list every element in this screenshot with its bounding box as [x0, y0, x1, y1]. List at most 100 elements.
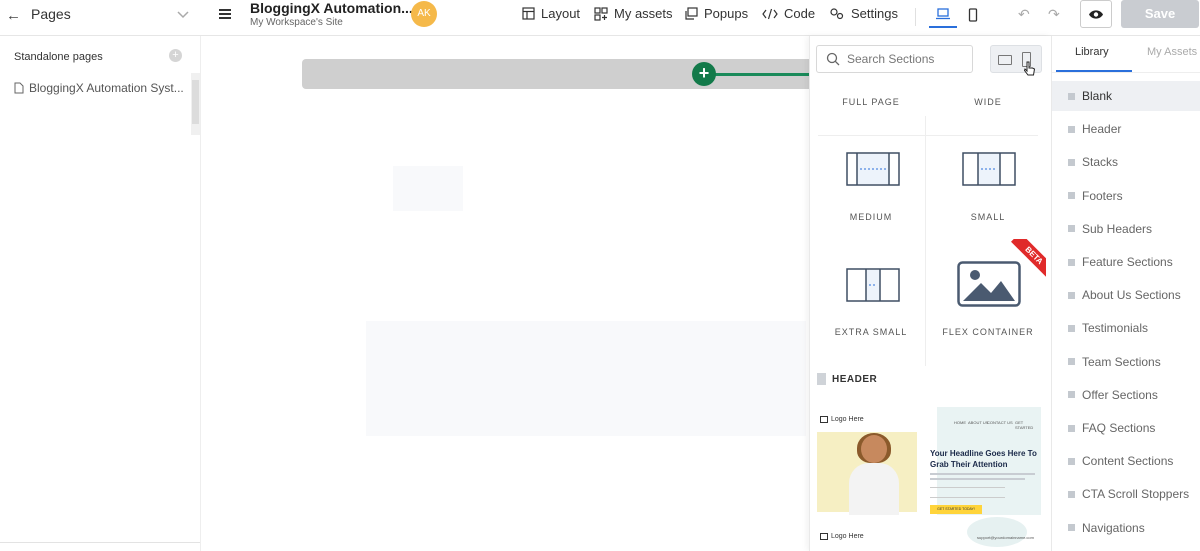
- thumbnail-nav-item: GET STARTED: [1015, 420, 1034, 430]
- library-item-label: FAQ Sections: [1082, 421, 1156, 435]
- thumbnail-nav-item: ABOUT US: [968, 420, 989, 425]
- builder-app: ← Pages BloggingX Automation... My Works…: [0, 0, 1200, 551]
- site-title[interactable]: BloggingX Automation...: [250, 0, 413, 16]
- my-assets-label: My assets: [614, 6, 673, 21]
- editor-canvas[interactable]: +: [201, 36, 822, 551]
- settings-icon: [830, 8, 844, 20]
- redo-icon[interactable]: ↷: [1048, 6, 1064, 22]
- page-list-item[interactable]: BloggingX Automation Syst...: [14, 81, 184, 95]
- library-item-label: About Us Sections: [1082, 288, 1181, 303]
- section-marker-icon: [817, 373, 826, 385]
- sidebar-scrollbar-thumb[interactable]: [192, 80, 199, 124]
- sidebar-bottom-divider: [0, 542, 200, 543]
- desktop-view-button[interactable]: [929, 2, 957, 28]
- canvas-placeholder: [393, 166, 463, 211]
- pages-sidebar: Standalone pages + BloggingX Automation …: [0, 36, 201, 551]
- hamburger-menu-icon[interactable]: [219, 7, 231, 21]
- tab-my-assets[interactable]: My Assets: [1147, 46, 1197, 58]
- library-item-about-us-sections[interactable]: About Us Sections: [1052, 280, 1200, 310]
- mobile-view-button[interactable]: [959, 2, 987, 28]
- thumbnail-footer-text: support@yourdomainname.com: [977, 535, 1034, 540]
- back-arrow-icon[interactable]: ←: [6, 8, 22, 24]
- library-item-offer-sections[interactable]: Offer Sections: [1052, 380, 1200, 410]
- add-page-button[interactable]: +: [169, 49, 182, 62]
- layout-label-flex-container[interactable]: FLEX CONTAINER: [933, 327, 1043, 337]
- settings-button[interactable]: Settings: [829, 6, 898, 21]
- thumbnail-text-line: [930, 478, 1025, 480]
- code-icon: [762, 8, 778, 19]
- thumbnail-nav-item: HOME: [954, 420, 966, 425]
- search-icon: [826, 52, 840, 66]
- category-bullet-icon: [1068, 457, 1075, 465]
- search-input[interactable]: [847, 50, 967, 68]
- layout-label: Layout: [541, 6, 581, 21]
- library-item-label: Footers: [1082, 188, 1123, 203]
- layout-label-extra-small[interactable]: EXTRA SMALL: [816, 327, 926, 337]
- code-label: Code: [784, 6, 816, 21]
- beta-badge: BETA: [1006, 239, 1046, 279]
- undo-icon[interactable]: ↶: [1018, 6, 1034, 22]
- library-item-label: Stacks: [1082, 155, 1119, 170]
- landscape-view-icon[interactable]: [998, 55, 1012, 65]
- category-bullet-icon: [1068, 524, 1075, 532]
- laptop-icon: [936, 8, 950, 20]
- thumbnail-footer-logo: Logo Here: [820, 533, 864, 540]
- layout-icon: [522, 7, 535, 20]
- category-bullet-icon: [1068, 324, 1075, 332]
- library-item-label: Sub Headers: [1082, 221, 1153, 236]
- library-panel: Library My Assets Blank Header Stacks Foote…: [1051, 36, 1200, 551]
- library-item-label: Navigations: [1082, 520, 1145, 535]
- category-bullet-icon: [1068, 192, 1075, 200]
- library-item-feature-sections[interactable]: Feature Sections: [1052, 247, 1200, 277]
- search-sections-field[interactable]: [816, 45, 973, 73]
- popups-button[interactable]: Popups: [685, 6, 748, 21]
- tab-library[interactable]: Library: [1075, 46, 1109, 58]
- library-item-label: CTA Scroll Stoppers: [1082, 487, 1190, 502]
- extra-small-layout-icon[interactable]: [846, 268, 900, 302]
- category-bullet-icon: [1068, 92, 1075, 100]
- chevron-down-icon[interactable]: [176, 8, 190, 22]
- add-section-button[interactable]: +: [692, 62, 716, 86]
- library-item-team-sections[interactable]: Team Sections: [1052, 347, 1200, 377]
- library-item-stacks[interactable]: Stacks: [1052, 147, 1200, 177]
- library-item-header[interactable]: Header: [1052, 114, 1200, 144]
- site-subtitle: My Workspace's Site: [250, 17, 343, 28]
- layout-label-full-page[interactable]: FULL PAGE: [816, 97, 926, 107]
- library-item-content-sections[interactable]: Content Sections: [1052, 446, 1200, 476]
- layout-label-small[interactable]: SMALL: [933, 212, 1043, 222]
- eye-icon: [1089, 9, 1103, 19]
- my-assets-button[interactable]: My assets: [594, 6, 673, 21]
- library-item-blank[interactable]: Blank: [1052, 81, 1200, 111]
- pages-dropdown-label[interactable]: Pages: [31, 6, 71, 22]
- category-bullet-icon: [1068, 391, 1075, 399]
- thumbnail-input-line: [930, 487, 1005, 488]
- save-button[interactable]: Save: [1121, 0, 1199, 28]
- library-item-footers[interactable]: Footers: [1052, 181, 1200, 211]
- layout-button[interactable]: Layout: [522, 6, 580, 21]
- preview-button[interactable]: [1080, 0, 1112, 28]
- layout-label-wide[interactable]: WIDE: [933, 97, 1043, 107]
- insertion-line: [706, 73, 816, 76]
- page-name: BloggingX Automation Syst...: [29, 81, 184, 95]
- small-layout-icon[interactable]: [962, 152, 1016, 186]
- thumbnail-headline: Your Headline Goes Here To Grab Their At…: [930, 449, 1037, 469]
- header-template-thumbnail[interactable]: Logo Here HOME ABOUT US CONTACT US GET S…: [817, 407, 1041, 551]
- layout-label-medium[interactable]: MEDIUM: [816, 212, 926, 222]
- category-bullet-icon: [1068, 258, 1075, 266]
- avatar[interactable]: AK: [411, 1, 437, 27]
- code-button[interactable]: Code: [762, 6, 815, 21]
- library-item-cta-scroll-stoppers[interactable]: CTA Scroll Stoppers: [1052, 479, 1200, 509]
- header-section-heading: HEADER: [817, 373, 877, 385]
- library-item-label: Offer Sections: [1082, 387, 1158, 402]
- library-item-sub-headers[interactable]: Sub Headers: [1052, 214, 1200, 244]
- standalone-pages-heading: Standalone pages: [14, 51, 103, 63]
- library-item-testimonials[interactable]: Testimonials: [1052, 313, 1200, 343]
- library-item-faq-sections[interactable]: FAQ Sections: [1052, 413, 1200, 443]
- library-item-label: Feature Sections: [1082, 255, 1173, 269]
- category-bullet-icon: [1068, 125, 1075, 133]
- library-item-navigations[interactable]: Navigations: [1052, 513, 1200, 543]
- logo-icon: [820, 416, 828, 423]
- medium-layout-icon[interactable]: [846, 152, 900, 186]
- pointer-cursor-icon: [1024, 61, 1036, 76]
- library-item-label: Team Sections: [1082, 354, 1161, 369]
